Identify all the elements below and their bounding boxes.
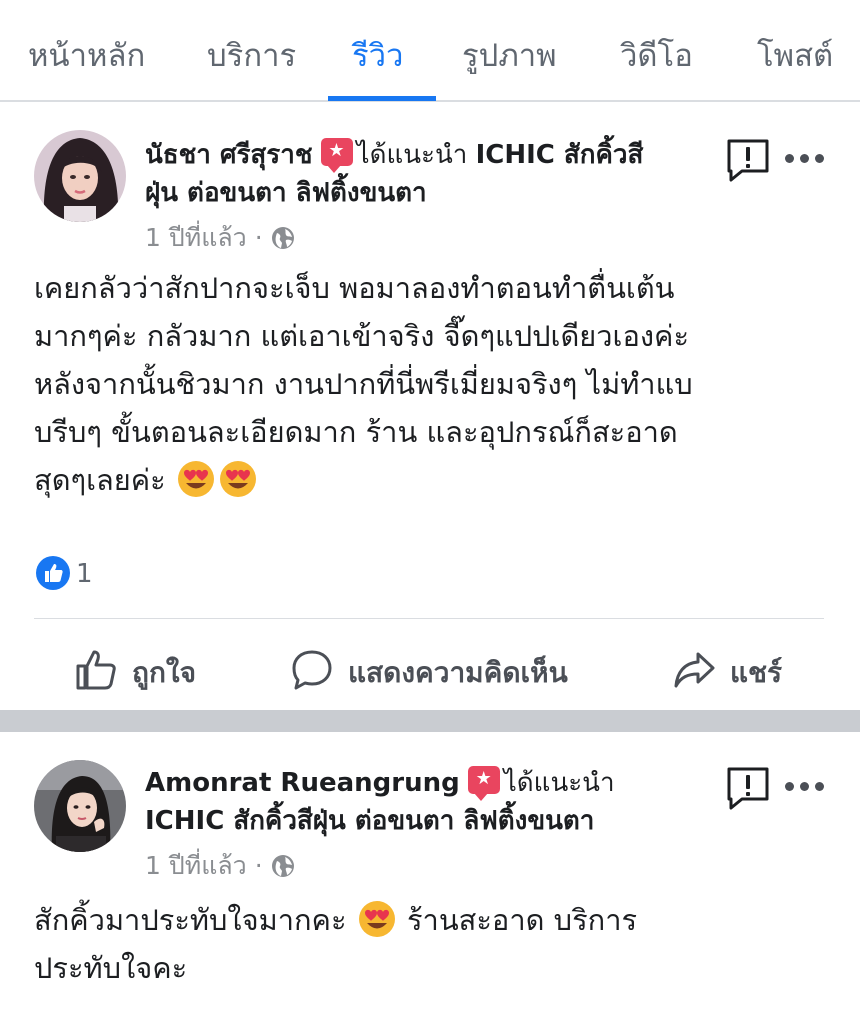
- review-post: นัธชา ศรีสุราช ★ ได้แนะนำ ICHIC สักคิ้วสีฝ…: [0, 104, 860, 710]
- active-tab-indicator: [328, 96, 436, 101]
- post-time[interactable]: 1 ปีที่แล้ว: [145, 223, 247, 252]
- heart-eyes-emoji: [177, 460, 215, 498]
- tab-bar: หน้าหลัก บริการ รีวิว รูปภาพ วิดีโอ โพสต…: [0, 0, 860, 102]
- globe-icon: [271, 854, 295, 884]
- recommend-icon: ★: [467, 766, 500, 801]
- tab-photos[interactable]: รูปภาพ: [462, 30, 557, 80]
- report-icon[interactable]: [726, 766, 770, 810]
- page-name-link[interactable]: ICHIC สักคิ้วสีฝุ่น ต่อขนตา ลิฟติ้งขนตา: [145, 806, 594, 836]
- post-body-text: สักคิ้วมาประทับใจมากคะ: [34, 903, 347, 937]
- post-time[interactable]: 1 ปีที่แล้ว: [145, 851, 247, 880]
- review-post: Amonrat Rueangrung ★ ได้แนะนำ ICHIC สักคิ้…: [0, 732, 860, 1024]
- comment-button[interactable]: แสดงความคิดเห็น: [290, 648, 568, 695]
- report-icon[interactable]: [726, 138, 770, 182]
- meta-separator: ·: [254, 851, 263, 880]
- meta-separator: ·: [254, 223, 263, 252]
- post-meta: 1 ปีที่แล้ว ·: [145, 218, 295, 258]
- tab-home[interactable]: หน้าหลัก: [28, 30, 145, 80]
- post-header: Amonrat Rueangrung ★ ได้แนะนำ ICHIC สักคิ้…: [145, 764, 675, 840]
- heart-eyes-emoji: [358, 900, 396, 938]
- tab-posts[interactable]: โพสต์: [757, 30, 833, 80]
- more-options-icon[interactable]: [782, 148, 826, 168]
- recommend-icon: ★: [320, 138, 353, 173]
- comment-label: แสดงความคิดเห็น: [348, 656, 568, 689]
- heart-eyes-emoji: [219, 460, 257, 498]
- like-reaction-icon: [36, 556, 70, 590]
- recommended-label: ได้แนะนำ: [356, 140, 468, 170]
- post-separator: [0, 710, 860, 732]
- more-options-icon[interactable]: [782, 776, 826, 796]
- like-label: ถูกใจ: [132, 656, 196, 689]
- author-name[interactable]: Amonrat Rueangrung: [145, 768, 460, 798]
- recommended-label: ได้แนะนำ: [503, 768, 615, 798]
- post-meta: 1 ปีที่แล้ว ·: [145, 846, 295, 886]
- post-body: เคยกลัวว่าสักปากจะเจ็บ พอมาลองทำตอนทำตื่…: [34, 264, 824, 504]
- avatar[interactable]: [34, 130, 126, 222]
- tab-videos[interactable]: วิดีโอ: [620, 30, 693, 80]
- author-name[interactable]: นัธชา ศรีสุราช: [145, 140, 313, 170]
- like-button[interactable]: ถูกใจ: [74, 648, 196, 695]
- tab-reviews[interactable]: รีวิว: [352, 30, 403, 80]
- globe-icon: [271, 226, 295, 256]
- divider: [34, 618, 824, 619]
- share-label: แชร์: [730, 656, 783, 689]
- share-button[interactable]: แชร์: [672, 648, 782, 695]
- tab-services[interactable]: บริการ: [207, 30, 296, 80]
- like-count: 1: [76, 559, 93, 589]
- post-header: นัธชา ศรีสุราช ★ ได้แนะนำ ICHIC สักคิ้วสีฝ…: [145, 136, 675, 212]
- post-body: สักคิ้วมาประทับใจมากคะ ร้านสะอาด บริการ …: [34, 896, 824, 992]
- reaction-summary[interactable]: 1: [36, 556, 93, 590]
- avatar[interactable]: [34, 760, 126, 852]
- post-body-text: เคยกลัวว่าสักปากจะเจ็บ พอมาลองทำตอนทำตื่…: [34, 271, 693, 497]
